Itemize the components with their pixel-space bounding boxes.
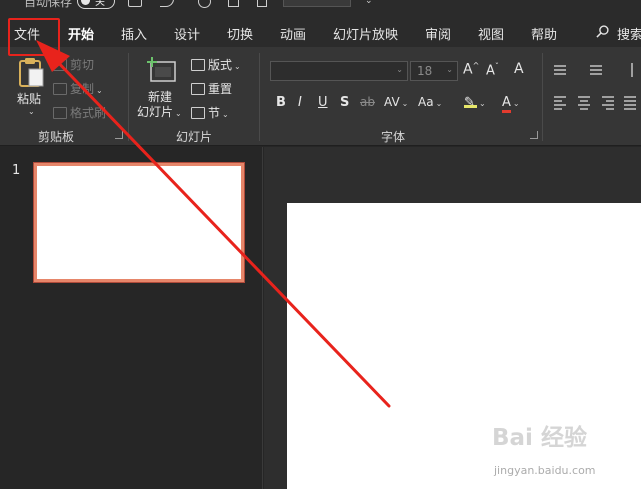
search-label[interactable]: 搜索 [617, 24, 641, 43]
layout-button[interactable]: 版式 ⌄ [191, 56, 241, 73]
slide-thumbnail[interactable] [33, 162, 245, 283]
search-icon[interactable] [596, 25, 609, 38]
new-slide-dropdown-icon: ⌄ [175, 109, 182, 118]
copy-dropdown-icon: ⌄ [96, 86, 103, 95]
format-painter-button[interactable]: 格式刷 [53, 104, 106, 121]
group-divider [259, 53, 260, 141]
highlight-dropdown-icon: ⌄ [479, 99, 486, 108]
start-from-beginning-icon[interactable] [228, 0, 239, 7]
shrink-font-label: A [486, 63, 495, 79]
tab-insert[interactable]: 插入 [121, 24, 147, 43]
section-dropdown-icon: ⌄ [222, 110, 229, 119]
watermark: Bai 经验 jingyan.baidu.com [492, 418, 632, 480]
tab-home[interactable]: 开始 [68, 24, 95, 49]
bold-button[interactable]: B [276, 95, 286, 110]
font-size-dropdown-icon: ⌄ [446, 65, 453, 74]
tab-file[interactable]: 文件 [14, 24, 40, 43]
slide-number: 1 [12, 163, 21, 178]
font-color-button[interactable]: A ⌄ [502, 95, 520, 113]
paragraph-controls[interactable] [552, 63, 641, 133]
tab-animations[interactable]: 动画 [280, 24, 306, 43]
qat-document-icon[interactable] [257, 0, 267, 7]
quick-access-toolbar: 自动保存 关 ⌄ [0, 0, 641, 16]
grow-font-button[interactable]: A^ [463, 61, 479, 78]
copy-icon [53, 83, 67, 95]
tab-view[interactable]: 视图 [478, 24, 504, 43]
grow-font-label: A [463, 61, 473, 78]
font-name-dropdown-icon: ⌄ [396, 65, 403, 74]
clear-formatting-label: A [514, 61, 524, 77]
spacing-dropdown-icon: ⌄ [401, 99, 409, 108]
new-slide-button[interactable]: 幻灯片 ⌄ [137, 103, 182, 120]
paste-button[interactable]: 粘贴 [17, 90, 41, 107]
tab-design[interactable]: 设计 [174, 24, 200, 43]
save-icon[interactable] [128, 0, 142, 7]
reset-icon [191, 83, 205, 95]
group-divider [128, 53, 129, 141]
reset-button[interactable]: 重置 [191, 80, 232, 97]
section-button[interactable]: 节 ⌄ [191, 104, 229, 121]
watermark-url: jingyan.baidu.com [494, 464, 596, 477]
layout-label: 版式 [208, 58, 233, 72]
ribbon-home: 粘贴 ⌄ 剪切 复制 ⌄ 格式刷 剪贴板 新建 幻灯片 ⌄ 版式 ⌄ 重置 节 ⌄ 幻灯… [0, 47, 641, 146]
paste-icon[interactable] [17, 56, 45, 88]
font-name-field[interactable]: ⌄ [270, 61, 408, 81]
clear-formatting-button[interactable]: A [514, 61, 524, 77]
cut-label: 剪切 [70, 58, 95, 72]
highlighter-icon: ✎ [464, 95, 477, 110]
section-label: 节 [208, 106, 221, 120]
tab-help[interactable]: 帮助 [531, 24, 557, 43]
clipboard-group-label: 剪贴板 [38, 130, 75, 144]
section-icon [191, 107, 205, 119]
highlight-button[interactable]: ✎ ⌄ [464, 95, 486, 110]
scissors-icon [53, 59, 67, 71]
paste-dropdown-icon[interactable]: ⌄ [28, 107, 35, 116]
redo-icon[interactable] [198, 0, 211, 8]
new-slide-label-2: 幻灯片 [137, 105, 174, 119]
slides-group-label: 幻灯片 [176, 130, 213, 144]
font-group-label: 字体 [381, 130, 406, 144]
change-case-button[interactable]: Aa ⌄ [418, 95, 442, 109]
copy-label: 复制 [70, 82, 95, 96]
autosave-state: 关 [95, 0, 105, 8]
paintbrush-icon [53, 107, 67, 119]
font-color-label: A [502, 95, 511, 113]
menu-bar: 文件 开始 插入 设计 切换 动画 幻灯片放映 审阅 视图 帮助 搜索 [0, 16, 641, 49]
layout-icon [191, 59, 205, 71]
tab-transitions[interactable]: 切换 [227, 24, 253, 43]
autosave-toggle[interactable]: 关 [77, 0, 115, 9]
new-slide-icon[interactable] [145, 56, 177, 84]
copy-button[interactable]: 复制 ⌄ [53, 80, 103, 97]
clipboard-launcher-icon[interactable] [115, 131, 123, 139]
qat-font-box[interactable] [283, 0, 351, 7]
slides-pane: 1 [0, 147, 263, 489]
shrink-font-button[interactable]: Aˇ [486, 62, 499, 78]
tab-slide-show[interactable]: 幻灯片放映 [333, 24, 398, 43]
tab-review[interactable]: 审阅 [425, 24, 451, 43]
case-dropdown-icon: ⌄ [435, 99, 443, 108]
font-size-value: 18 [417, 64, 433, 78]
shadow-button[interactable]: S [340, 95, 349, 110]
character-spacing-label: AV [384, 95, 400, 109]
format-painter-label: 格式刷 [70, 106, 107, 120]
underline-button[interactable]: U [318, 95, 328, 110]
watermark-brand: Bai 经验 [492, 425, 587, 451]
change-case-label: Aa [418, 95, 434, 109]
customize-qat-chevron-icon[interactable]: ⌄ [365, 0, 373, 6]
italic-button[interactable]: I [298, 95, 302, 110]
undo-icon[interactable] [160, 0, 174, 7]
strikethrough-button[interactable]: ab [360, 95, 375, 109]
group-divider [542, 53, 543, 141]
cut-button[interactable]: 剪切 [53, 56, 94, 73]
font-launcher-icon[interactable] [530, 131, 538, 139]
font-color-dropdown-icon: ⌄ [512, 99, 520, 108]
character-spacing-button[interactable]: AV ⌄ [384, 95, 408, 109]
font-size-field[interactable]: 18 ⌄ [410, 61, 458, 81]
toggle-knob [81, 0, 90, 5]
layout-dropdown-icon: ⌄ [234, 62, 241, 71]
reset-label: 重置 [208, 82, 233, 96]
autosave-label: 自动保存 [24, 0, 73, 9]
